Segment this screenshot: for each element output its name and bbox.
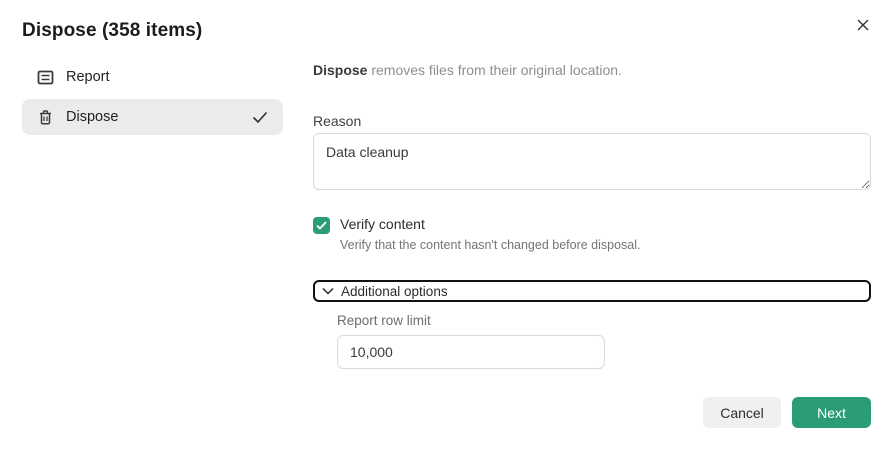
step-description: Dispose removes files from their origina… (313, 62, 622, 78)
sidebar-item-label: Dispose (66, 109, 118, 125)
dialog-title: Dispose (358 items) (22, 20, 202, 42)
additional-options-label: Additional options (341, 284, 448, 299)
check-icon (316, 217, 327, 235)
close-icon (856, 18, 870, 35)
sidebar-item-report[interactable]: Report (22, 59, 283, 95)
reason-textarea[interactable]: Data cleanup (313, 133, 871, 190)
cancel-button[interactable]: Cancel (703, 397, 781, 428)
close-button[interactable] (853, 16, 873, 36)
step-description-bold: Dispose (313, 62, 367, 78)
report-row-limit-input[interactable] (337, 335, 605, 369)
next-button[interactable]: Next (792, 397, 871, 428)
reason-label: Reason (313, 113, 361, 129)
verify-content-checkbox[interactable] (313, 217, 330, 234)
report-icon (37, 69, 54, 86)
sidebar-item-label: Report (66, 69, 110, 85)
trash-icon (37, 109, 54, 126)
additional-options-toggle[interactable]: Additional options (313, 280, 871, 302)
report-row-limit-label: Report row limit (337, 313, 431, 328)
verify-content-row: Verify content Verify that the content h… (313, 216, 641, 252)
chevron-down-icon (321, 284, 335, 298)
verify-content-label[interactable]: Verify content (340, 216, 641, 232)
step-description-rest: removes files from their original locati… (367, 62, 621, 78)
verify-content-subtitle: Verify that the content hasn't changed b… (340, 238, 641, 252)
checkmark-icon (252, 111, 268, 124)
dialog-sidebar: Report Dispose (22, 59, 283, 139)
dispose-dialog: Dispose (358 items) Report (0, 0, 891, 453)
sidebar-item-dispose[interactable]: Dispose (22, 99, 283, 135)
